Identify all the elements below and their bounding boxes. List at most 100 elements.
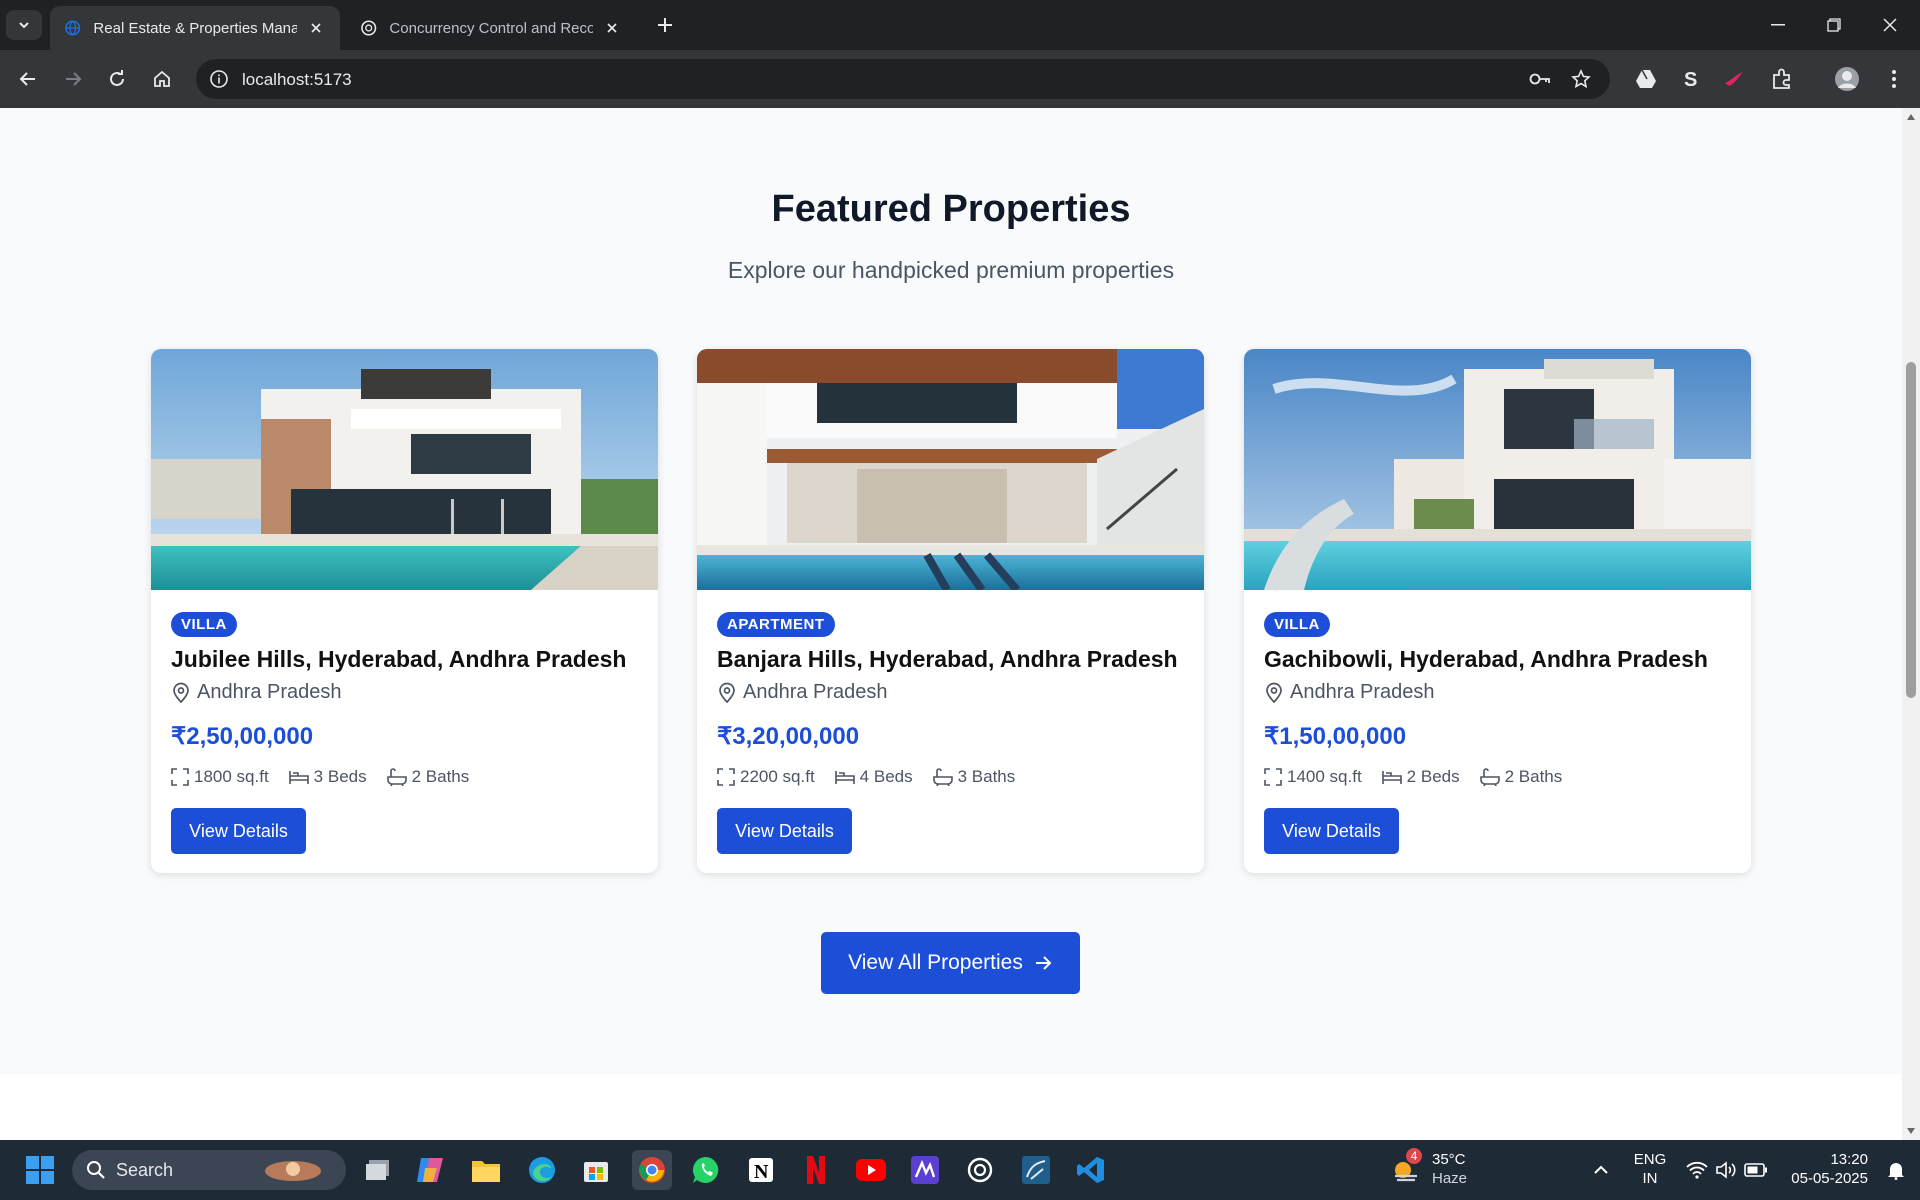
back-button[interactable] xyxy=(12,63,44,95)
reload-button[interactable] xyxy=(101,63,133,95)
beds-text: 4 Beds xyxy=(859,767,913,786)
taskbar-search[interactable]: Search xyxy=(72,1150,346,1190)
property-title[interactable]: Gachibowli, Hyderabad, Andhra Pradesh xyxy=(1264,646,1708,673)
address-bar[interactable]: localhost:5173 xyxy=(196,59,1610,99)
bird-extension-icon[interactable] xyxy=(1720,65,1748,93)
view-details-button[interactable]: View Details xyxy=(717,808,852,854)
view-details-button[interactable]: View Details xyxy=(171,808,306,854)
notion-icon[interactable]: N xyxy=(741,1150,781,1190)
home-icon xyxy=(154,70,170,87)
language-text[interactable]: ENG xyxy=(1630,1151,1670,1169)
baths-text: 2 Baths xyxy=(411,767,470,786)
store-icon[interactable] xyxy=(576,1150,616,1190)
tab-title: Concurrency Control and Recov xyxy=(389,19,593,37)
property-image[interactable] xyxy=(1244,349,1751,590)
svg-text:N: N xyxy=(754,1161,769,1183)
forward-button[interactable] xyxy=(57,63,89,95)
featured-section: Featured Properties Explore our handpick… xyxy=(0,108,1902,1074)
menu-kebab-icon[interactable] xyxy=(1880,65,1908,93)
property-location: Andhra Pradesh xyxy=(171,681,342,704)
openai-icon xyxy=(361,20,377,36)
tab-real-estate[interactable]: Real Estate & Properties Manag xyxy=(50,6,340,50)
property-image[interactable] xyxy=(697,349,1204,590)
location-text: Andhra Pradesh xyxy=(197,681,342,703)
baths-feature: 2 Baths xyxy=(1479,767,1562,787)
close-icon[interactable] xyxy=(603,18,622,38)
star-icon[interactable] xyxy=(1570,68,1592,90)
scroll-down-icon[interactable] xyxy=(1907,1128,1915,1134)
page-viewport: Featured Properties Explore our handpick… xyxy=(0,108,1902,1140)
bed-icon xyxy=(834,771,855,784)
property-image[interactable] xyxy=(151,349,658,590)
new-tab-button[interactable] xyxy=(652,12,678,38)
map-pin-icon xyxy=(719,682,735,703)
taskbar: Search N 4 35°C Haze ENG IN 13:20 05-05-… xyxy=(0,1140,1920,1200)
page-scrollbar[interactable] xyxy=(1902,108,1920,1140)
database-app-icon[interactable] xyxy=(1016,1150,1056,1190)
chevron-up-icon[interactable] xyxy=(1581,1150,1621,1190)
bath-icon xyxy=(386,768,407,786)
puzzle-icon[interactable] xyxy=(1768,65,1796,93)
property-title[interactable]: Banjara Hills, Hyderabad, Andhra Pradesh xyxy=(717,646,1178,673)
scrollbar-thumb[interactable] xyxy=(1906,362,1916,698)
chrome-icon[interactable] xyxy=(632,1150,672,1190)
minimize-icon xyxy=(1771,24,1785,26)
location-text: Andhra Pradesh xyxy=(743,681,888,703)
notification-bell-icon[interactable] xyxy=(1876,1150,1916,1190)
url-text: localhost:5173 xyxy=(242,70,352,89)
minimize-button[interactable] xyxy=(1750,8,1806,42)
restore-button[interactable] xyxy=(1806,8,1862,42)
home-button[interactable] xyxy=(146,63,178,95)
area-text: 1400 sq.ft xyxy=(1287,767,1362,786)
close-icon xyxy=(1883,18,1897,32)
youtube-icon[interactable] xyxy=(851,1150,891,1190)
battery-icon[interactable] xyxy=(1736,1150,1776,1190)
view-details-button[interactable]: View Details xyxy=(1264,808,1399,854)
region-text[interactable]: IN xyxy=(1630,1170,1670,1188)
view-all-properties-button[interactable]: View All Properties xyxy=(821,932,1080,994)
map-pin-icon xyxy=(1266,682,1282,703)
search-highlight-icon xyxy=(265,1161,322,1181)
area-icon xyxy=(171,768,189,786)
tab-search-button[interactable] xyxy=(6,10,42,40)
copilot-icon[interactable] xyxy=(410,1150,450,1190)
purple-app-icon[interactable] xyxy=(905,1150,945,1190)
close-icon[interactable] xyxy=(307,18,326,38)
whatsapp-icon[interactable] xyxy=(686,1150,726,1190)
bed-icon xyxy=(288,771,309,784)
scroll-up-icon[interactable] xyxy=(1907,114,1915,120)
close-window-button[interactable] xyxy=(1862,8,1918,42)
beds-feature: 4 Beds xyxy=(834,767,913,787)
arrow-right-icon xyxy=(66,72,82,86)
netflix-icon[interactable] xyxy=(796,1150,836,1190)
reload-icon xyxy=(110,70,124,86)
file-explorer-icon[interactable] xyxy=(466,1150,506,1190)
beds-text: 3 Beds xyxy=(313,767,367,786)
property-title[interactable]: Jubilee Hills, Hyderabad, Andhra Pradesh xyxy=(171,646,626,673)
area-icon xyxy=(717,768,735,786)
baths-feature: 2 Baths xyxy=(386,767,470,787)
chatgpt-icon[interactable] xyxy=(960,1150,1000,1190)
plus-icon xyxy=(658,18,672,32)
map-pin-icon xyxy=(173,682,189,703)
restore-icon xyxy=(1827,18,1841,32)
tab-title: Real Estate & Properties Manag xyxy=(93,19,297,37)
clock-time[interactable]: 13:20 xyxy=(1820,1151,1868,1169)
area-feature: 2200 sq.ft xyxy=(717,767,815,787)
windows-start-icon[interactable] xyxy=(20,1150,60,1190)
profile-avatar[interactable] xyxy=(1833,65,1861,93)
vscode-icon[interactable] xyxy=(1071,1150,1111,1190)
property-location: Andhra Pradesh xyxy=(1264,681,1435,704)
s-extension-icon[interactable]: S xyxy=(1676,65,1704,93)
edge-icon[interactable] xyxy=(522,1150,562,1190)
area-feature: 1800 sq.ft xyxy=(171,767,269,787)
baths-text: 3 Baths xyxy=(957,767,1016,786)
tab-concurrency[interactable]: Concurrency Control and Recov xyxy=(346,6,636,50)
clock-date[interactable]: 05-05-2025 xyxy=(1780,1170,1868,1188)
arrow-left-icon xyxy=(19,72,35,86)
task-view-icon[interactable] xyxy=(358,1150,398,1190)
globe-icon xyxy=(65,20,81,36)
drive-extension-icon[interactable] xyxy=(1632,65,1660,93)
key-icon[interactable] xyxy=(1529,68,1551,90)
info-icon[interactable] xyxy=(208,68,230,90)
